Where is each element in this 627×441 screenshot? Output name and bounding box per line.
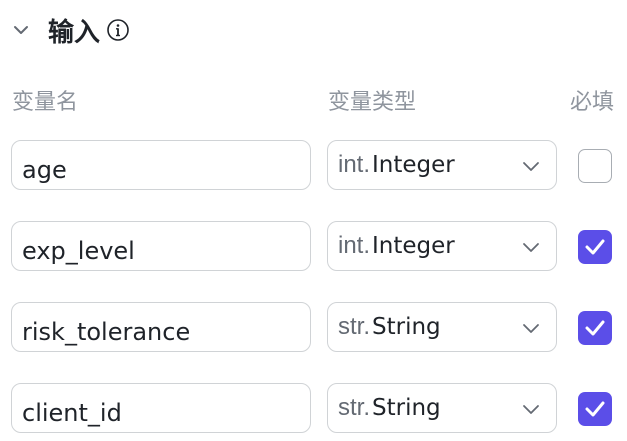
column-header-required: 必填 <box>570 90 615 115</box>
variable-name-value: exp_level <box>22 237 135 265</box>
type-label: String <box>372 395 441 421</box>
variable-name-input[interactable]: exp_level <box>11 221 311 271</box>
type-prefix: int. <box>338 151 371 178</box>
variable-name-input[interactable]: client_id <box>11 383 311 433</box>
variable-row: age int. Integer <box>0 140 627 194</box>
info-icon[interactable] <box>106 18 130 42</box>
variable-name-value: client_id <box>22 399 122 427</box>
variable-name-input[interactable]: risk_tolerance <box>11 302 311 352</box>
type-label: String <box>372 314 441 340</box>
variable-name-value: age <box>22 156 67 184</box>
check-icon <box>585 239 605 255</box>
required-checkbox[interactable] <box>578 149 612 183</box>
type-label: Integer <box>372 152 455 178</box>
input-variables-panel: 输入 变量名 变量类型 必填 age int. Integer exp_leve… <box>0 0 627 441</box>
variable-type-select[interactable]: str. String <box>327 302 557 352</box>
section-header[interactable]: 输入 <box>12 10 130 50</box>
variable-name-input[interactable]: age <box>11 140 311 190</box>
type-prefix: str. <box>338 394 371 421</box>
section-title: 输入 <box>48 17 101 48</box>
chevron-down-icon <box>523 243 539 252</box>
column-header-name: 变量名 <box>12 90 79 115</box>
required-checkbox[interactable] <box>578 392 612 426</box>
check-icon <box>585 401 605 417</box>
variable-type-select[interactable]: str. String <box>327 383 557 433</box>
variable-row: risk_tolerance str. String <box>0 302 627 356</box>
column-header-type: 变量类型 <box>328 90 417 115</box>
variable-name-value: risk_tolerance <box>22 318 191 346</box>
chevron-down-icon[interactable] <box>12 21 30 39</box>
type-label: Integer <box>372 233 455 259</box>
required-checkbox[interactable] <box>578 311 612 345</box>
chevron-down-icon <box>523 405 539 414</box>
required-checkbox[interactable] <box>578 230 612 264</box>
check-icon <box>585 320 605 336</box>
variable-row: exp_level int. Integer <box>0 221 627 275</box>
chevron-down-icon <box>523 324 539 333</box>
variable-type-select[interactable]: int. Integer <box>327 140 557 190</box>
type-prefix: str. <box>338 313 371 340</box>
type-prefix: int. <box>338 232 371 259</box>
variable-row: client_id str. String <box>0 383 627 437</box>
variable-type-select[interactable]: int. Integer <box>327 221 557 271</box>
chevron-down-icon <box>523 162 539 171</box>
